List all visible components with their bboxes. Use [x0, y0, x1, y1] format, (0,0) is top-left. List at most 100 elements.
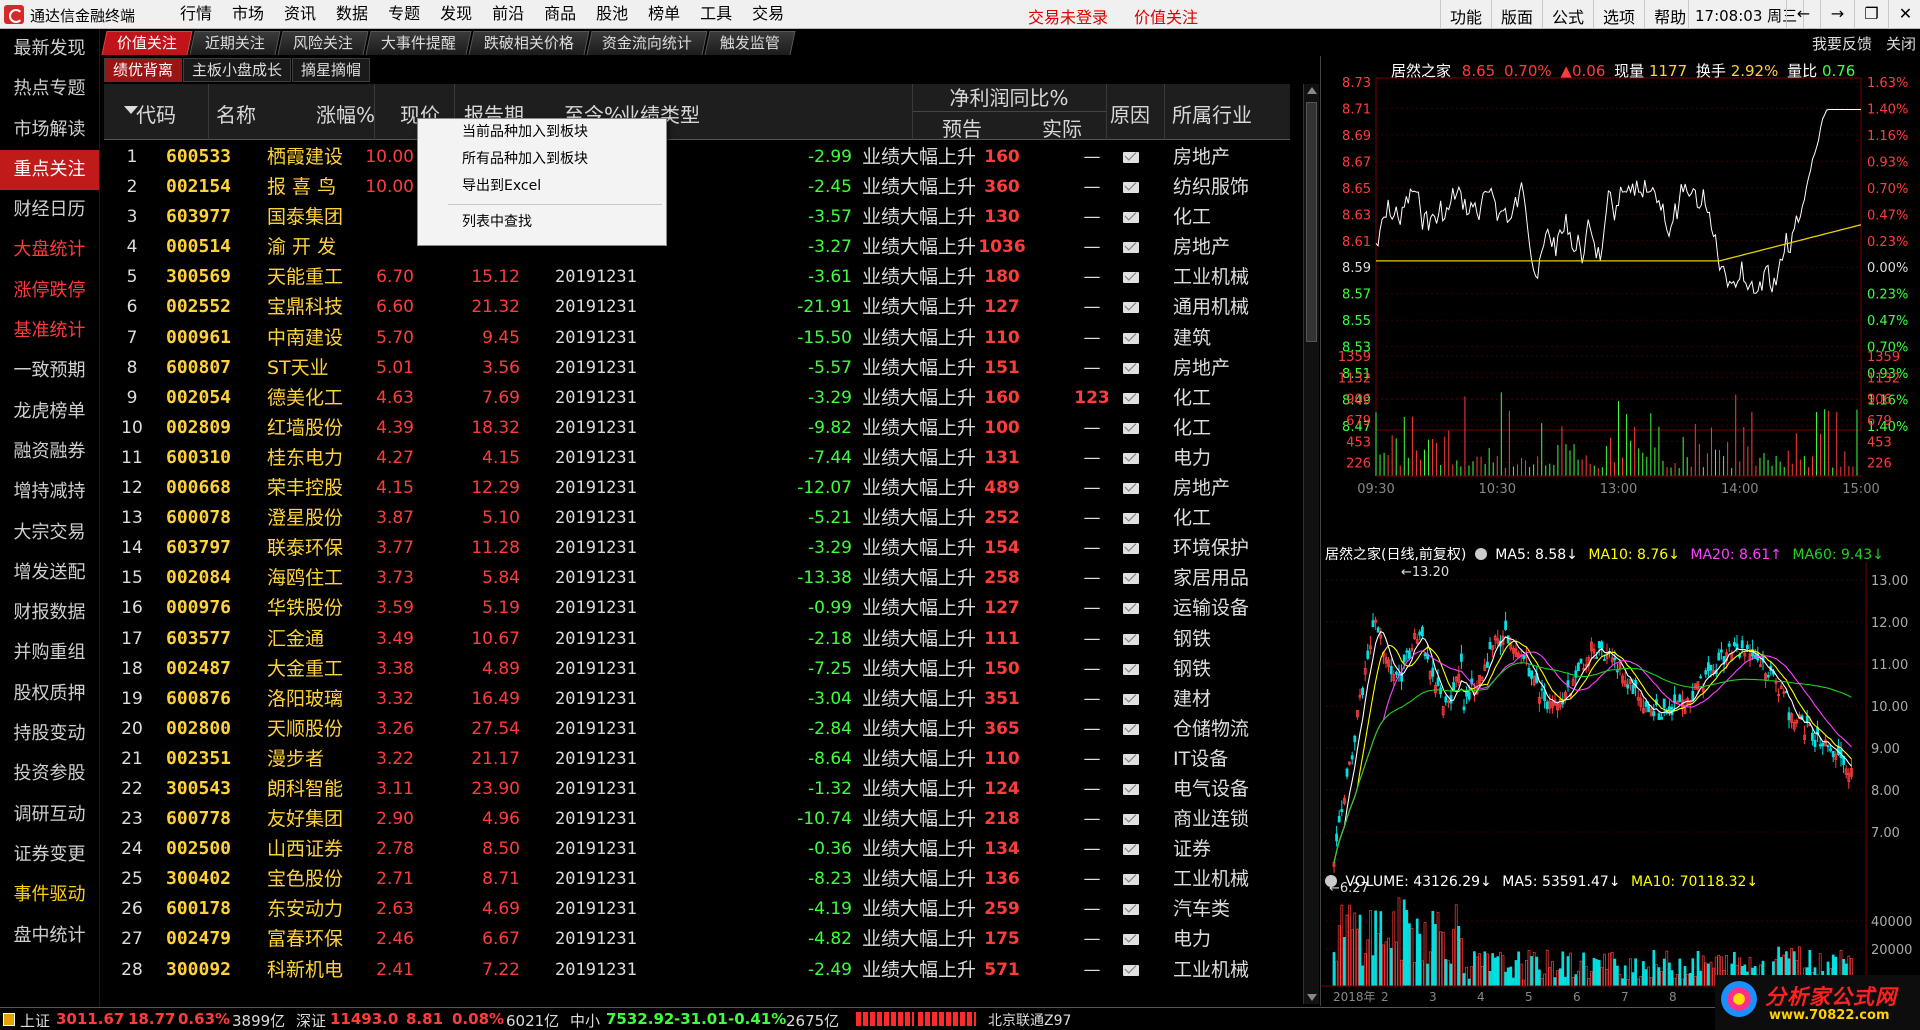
stock-code[interactable]: 300092 [166, 955, 231, 985]
header-actual[interactable]: 实际 [1042, 113, 1082, 142]
close-link[interactable]: 关闭 [1886, 33, 1916, 54]
stock-name[interactable]: 宝色股份 [267, 864, 343, 894]
menu-item-11[interactable]: 交易 [742, 0, 794, 29]
stock-name[interactable]: 富春环保 [267, 924, 343, 954]
table-row[interactable]: 2002154报 喜 鸟10.003.6320191231-2.45业绩大幅上升… [104, 172, 1290, 202]
mail-icon[interactable] [1123, 422, 1139, 434]
scroll-down-icon[interactable] [1307, 994, 1317, 1001]
mail-icon[interactable] [1123, 934, 1139, 946]
stock-code[interactable]: 000961 [166, 323, 231, 353]
feedback-link[interactable]: 我要反馈 [1812, 33, 1872, 54]
table-row[interactable]: 7 000961 中南建设 5.70 9.45 20191231 -15.50 业绩大幅上升 1… [104, 323, 1290, 353]
mail-icon[interactable] [1123, 392, 1139, 404]
stock-code[interactable]: 600533 [166, 142, 231, 172]
sidebar-item-8[interactable]: 一致预期 [0, 351, 99, 391]
sidebar-item-19[interactable]: 调研互动 [0, 795, 99, 835]
table-row[interactable]: 14 603797 联泰环保 3.77 11.28 20191231 -3.29 业绩大幅上升… [104, 533, 1290, 563]
industry[interactable]: 钢铁 [1173, 624, 1211, 654]
scroll-up-icon[interactable] [1307, 87, 1317, 94]
menu-item-8[interactable]: 股池 [586, 0, 638, 29]
stock-name[interactable]: 中南建设 [267, 323, 343, 353]
table-row[interactable]: 13 600078 澄星股份 3.87 5.10 20191231 -5.21 业绩大幅上升 2… [104, 503, 1290, 533]
industry[interactable]: 电力 [1173, 924, 1211, 954]
tab-main-5[interactable]: 资金流向统计 [586, 31, 708, 55]
mail-icon[interactable] [1123, 723, 1139, 735]
menu-item-1[interactable]: 市场 [222, 0, 274, 29]
table-row[interactable]: 22 300543 朗科智能 3.11 23.90 20191231 -1.32 业绩大幅上升… [104, 774, 1290, 804]
industry[interactable]: 工业机械 [1173, 864, 1249, 894]
menu-item-10[interactable]: 工具 [690, 0, 742, 29]
sidebar-item-6[interactable]: 涨停跌停 [0, 271, 99, 311]
kline-settings-icon[interactable] [1474, 548, 1487, 560]
stock-name[interactable]: 天能重工 [267, 262, 343, 292]
table-row[interactable]: 19 600876 洛阳玻璃 3.32 16.49 20191231 -3.04 业绩大幅上升… [104, 684, 1290, 714]
industry[interactable]: 房地产 [1173, 473, 1230, 503]
sidebar-item-13[interactable]: 增发送配 [0, 553, 99, 593]
table-row[interactable]: 20 002800 天顺股份 3.26 27.54 20191231 -2.84 业绩大幅上升… [104, 714, 1290, 744]
menu-item-3[interactable]: 数据 [326, 0, 378, 29]
stock-code[interactable]: 300569 [166, 262, 231, 292]
sidebar-item-7[interactable]: 基准统计 [0, 311, 99, 351]
menu-item-7[interactable]: 商品 [534, 0, 586, 29]
stock-code[interactable]: 002500 [166, 834, 231, 864]
tab-main-0[interactable]: 价值关注 [101, 31, 193, 55]
industry[interactable]: 仓储物流 [1173, 714, 1249, 744]
stock-code[interactable]: 603577 [166, 624, 231, 654]
sidebar-item-17[interactable]: 持股变动 [0, 714, 99, 754]
table-row[interactable]: 25 300402 宝色股份 2.71 8.71 20191231 -8.23 业绩大幅上升 1… [104, 864, 1290, 894]
sidebar-item-22[interactable]: 盘中统计 [0, 916, 99, 956]
mail-icon[interactable] [1123, 543, 1139, 555]
stock-code[interactable]: 002487 [166, 654, 231, 684]
stock-code[interactable]: 002154 [166, 172, 231, 202]
stock-code[interactable]: 603977 [166, 202, 231, 232]
sidebar-item-16[interactable]: 股权质押 [0, 674, 99, 714]
header-industry[interactable]: 所属行业 [1172, 99, 1252, 128]
industry[interactable]: 工业机械 [1173, 262, 1249, 292]
mail-icon[interactable] [1123, 753, 1139, 765]
mail-icon[interactable] [1123, 362, 1139, 374]
stock-code[interactable]: 002809 [166, 413, 231, 443]
industry[interactable]: 化工 [1173, 383, 1211, 413]
industry[interactable]: 电气设备 [1173, 774, 1249, 804]
header-name[interactable]: 名称 [216, 99, 256, 128]
industry[interactable]: 通用机械 [1173, 292, 1249, 322]
menu-item-6[interactable]: 前沿 [482, 0, 534, 29]
table-scrollbar[interactable] [1303, 84, 1319, 1004]
stock-code[interactable]: 603797 [166, 533, 231, 563]
tab-main-6[interactable]: 触发监管 [704, 31, 796, 55]
stock-name[interactable]: 科新机电 [267, 955, 343, 985]
mail-icon[interactable] [1123, 633, 1139, 645]
table-row[interactable]: 16 000976 华铁股份 3.59 5.19 20191231 -0.99 业绩大幅上升 1… [104, 593, 1290, 623]
menu-item-5[interactable]: 发现 [430, 0, 482, 29]
tool-item-0[interactable]: 功能 [1440, 0, 1491, 29]
stock-name[interactable]: 朗科智能 [267, 774, 343, 804]
mail-icon[interactable] [1123, 513, 1139, 525]
table-row[interactable]: 4 000514 渝 开 发 -3.27 业绩大幅上升 1036— 房地产 [104, 232, 1290, 262]
sidebar-item-21[interactable]: 事件驱动 [0, 875, 99, 915]
table-row[interactable]: 9 002054 德美化工 4.63 7.69 20191231 -3.29 业绩大幅上升 16… [104, 383, 1290, 413]
mail-icon[interactable] [1123, 152, 1139, 163]
tab-sub-0[interactable]: 绩优背离 [104, 58, 183, 82]
stock-code[interactable]: 600778 [166, 804, 231, 834]
stock-name[interactable]: 澄星股份 [267, 503, 343, 533]
tool-item-1[interactable]: 版面 [1491, 0, 1542, 29]
industry[interactable]: 商业连锁 [1173, 804, 1249, 834]
table-row[interactable]: 10 002809 红墙股份 4.39 18.32 20191231 -9.82 业绩大幅上升… [104, 413, 1290, 443]
industry[interactable]: 证券 [1173, 834, 1211, 864]
sidebar-item-2[interactable]: 市场解读 [0, 110, 99, 150]
mail-icon[interactable] [1123, 483, 1139, 495]
sidebar-item-5[interactable]: 大盘统计 [0, 230, 99, 270]
industry[interactable]: 建筑 [1173, 323, 1211, 353]
sidebar-item-20[interactable]: 证券变更 [0, 835, 99, 875]
industry[interactable]: 化工 [1173, 202, 1211, 232]
close-icon[interactable]: ✕ [1888, 0, 1920, 29]
sidebar-item-1[interactable]: 热点专题 [0, 69, 99, 109]
menu-item-4[interactable]: 专题 [378, 0, 430, 29]
stock-code[interactable]: 002800 [166, 714, 231, 744]
table-row[interactable]: 3 603977 国泰集团 -3.57 业绩大幅上升 130— 化工 [104, 202, 1290, 232]
table-row[interactable]: 8 600807 ST天业 5.01 3.56 20191231 -5.57 业绩大幅上升 15… [104, 353, 1290, 383]
stock-name[interactable]: 天顺股份 [267, 714, 343, 744]
tab-main-4[interactable]: 跌破相关价格 [468, 31, 590, 55]
tool-item-3[interactable]: 选项 [1593, 0, 1644, 29]
sidebar-item-10[interactable]: 融资融券 [0, 432, 99, 472]
